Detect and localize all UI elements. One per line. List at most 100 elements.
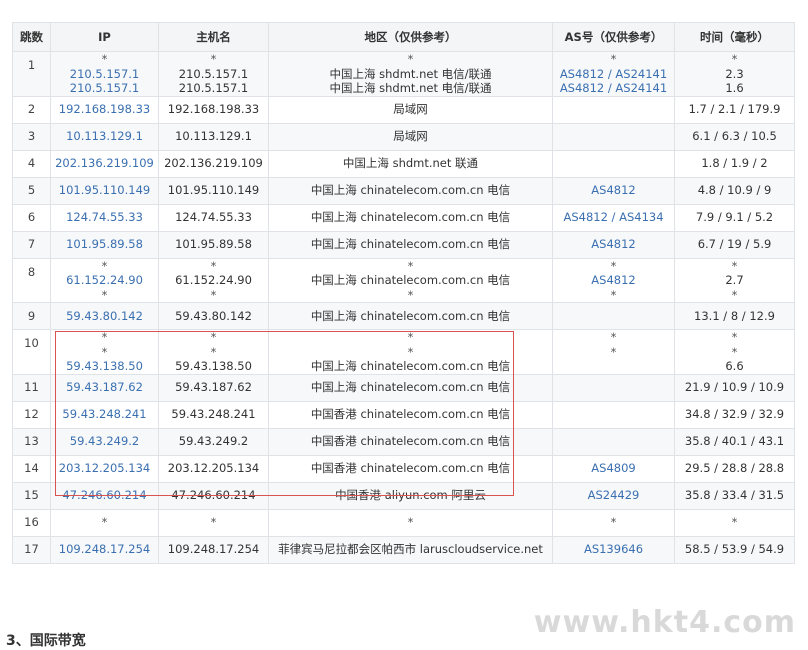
hostname-cell: * <box>158 508 269 537</box>
time-value: 35.8 / 40.1 / 43.1 <box>684 434 785 449</box>
ip-value[interactable]: 192.168.198.33 <box>55 102 154 117</box>
time-value: 6.7 / 19 / 5.9 <box>697 237 772 252</box>
as-value <box>557 102 670 117</box>
hop-cell: 4 <box>12 149 51 178</box>
region-cell: * 中国上海 chinatelecom.com.cn 电信 * <box>268 257 553 303</box>
as-value <box>557 380 670 395</box>
watermark: www.hkt4.com <box>533 605 796 640</box>
ip-value[interactable]: 101.95.89.58 <box>55 237 154 252</box>
ip-value[interactable]: 124.74.55.33 <box>55 210 154 225</box>
table-row: 13 59.43.249.2 59.43.249.2 中国香港 chinateleco… <box>12 427 795 456</box>
ip-value: * <box>101 515 108 530</box>
host-value: * <box>210 330 217 344</box>
ip-cell: * 210.5.157.1 210.5.157.1 <box>50 51 159 97</box>
table-row: 16 * * * * * <box>12 508 795 537</box>
ip-cell: 101.95.89.58 <box>50 230 159 259</box>
ip-value: * <box>101 344 108 359</box>
header-as: AS号（仅供参考） <box>552 22 675 52</box>
time-value: * <box>731 258 738 273</box>
ip-value[interactable]: 59.43.187.62 <box>55 380 154 395</box>
as-value[interactable]: AS24429 <box>557 488 670 503</box>
region-value: * <box>407 52 414 66</box>
as-value <box>557 309 670 324</box>
host-value: 210.5.157.1 <box>178 66 249 81</box>
host-value: 61.152.24.90 <box>175 273 252 287</box>
hop-cell: 15 <box>12 481 51 510</box>
as-value[interactable]: AS4812 <box>557 183 670 198</box>
ip-value[interactable]: 59.43.248.241 <box>55 407 154 422</box>
time-cell: 6.1 / 6.3 / 10.5 <box>674 122 795 151</box>
hop-cell: 3 <box>12 122 51 151</box>
hop-number: 4 <box>27 156 36 171</box>
host-value: 101.95.89.58 <box>175 237 252 252</box>
ip-value[interactable]: 109.248.17.254 <box>55 542 154 557</box>
as-value[interactable]: AS4812 / AS24141 <box>557 67 670 82</box>
time-value: 1.7 / 2.1 / 179.9 <box>688 102 781 117</box>
as-value[interactable]: AS4812 / AS4134 <box>557 210 670 225</box>
ip-value[interactable]: 61.152.24.90 <box>55 273 154 288</box>
as-value <box>557 129 670 144</box>
hostname-cell: 59.43.248.241 <box>158 400 269 429</box>
as-value[interactable]: AS4812 <box>557 237 670 252</box>
region-value: 中国上海 chinatelecom.com.cn 电信 <box>310 308 511 323</box>
host-value: * <box>210 287 217 302</box>
hostname-cell: 202.136.219.109 <box>158 149 269 178</box>
as-value[interactable]: AS139646 <box>557 542 670 557</box>
time-cell: 21.9 / 10.9 / 10.9 <box>674 373 795 402</box>
ip-value[interactable]: 203.12.205.134 <box>55 461 154 476</box>
as-cell <box>552 122 675 151</box>
as-value: * <box>610 344 617 359</box>
table-row: 11 59.43.187.62 59.43.187.62 中国上海 chinatele… <box>12 373 795 402</box>
time-cell: 6.7 / 19 / 5.9 <box>674 230 795 259</box>
as-cell <box>552 427 675 456</box>
host-value: * <box>210 258 217 273</box>
ip-value[interactable]: 10.113.129.1 <box>55 129 154 144</box>
ip-value[interactable]: 210.5.157.1 <box>55 67 154 82</box>
time-cell: 4.8 / 10.9 / 9 <box>674 176 795 205</box>
hop-number: 14 <box>24 461 39 476</box>
region-cell: 中国上海 chinatelecom.com.cn 电信 <box>268 176 553 205</box>
hop-number: 2 <box>27 102 36 117</box>
ip-cell: * <box>50 508 159 537</box>
as-value: * <box>610 258 617 273</box>
as-value[interactable]: AS4812 <box>557 273 670 288</box>
ip-value[interactable]: 101.95.110.149 <box>55 183 154 198</box>
as-value: * <box>610 515 617 530</box>
time-cell: 13.1 / 8 / 12.9 <box>674 302 795 330</box>
hop-number: 6 <box>27 210 36 225</box>
table-row: 5 101.95.110.149 101.95.110.149 中国上海 chinat… <box>12 176 795 205</box>
ip-value: * <box>101 287 108 302</box>
hop-cell: 14 <box>12 454 51 483</box>
ip-value[interactable]: 202.136.219.109 <box>55 156 154 171</box>
time-value: * <box>731 344 738 359</box>
table-row: 7 101.95.89.58 101.95.89.58 中国上海 chinatelec… <box>12 230 795 259</box>
region-value: 中国上海 chinatelecom.com.cn 电信 <box>310 237 511 252</box>
as-value[interactable]: AS4809 <box>557 461 670 476</box>
hostname-cell: 59.43.187.62 <box>158 373 269 402</box>
table-row: 2 192.168.198.33 192.168.198.33 局域网 1.7 / 2… <box>12 95 795 124</box>
host-value: 192.168.198.33 <box>167 102 260 117</box>
table-row: 10 * * 59.43.138.50 * * 59.43.138.50 * * 中国上海 chi… <box>12 329 795 375</box>
ip-value[interactable]: 47.246.60.214 <box>55 488 154 503</box>
time-value: 35.8 / 33.4 / 31.5 <box>684 488 785 503</box>
region-value: * <box>407 258 414 273</box>
as-cell: AS4812 / AS4134 <box>552 203 675 232</box>
ip-value[interactable]: 59.43.249.2 <box>55 434 154 449</box>
ip-cell: 124.74.55.33 <box>50 203 159 232</box>
as-value[interactable]: AS4812 / AS24141 <box>557 81 670 95</box>
region-cell: 局域网 <box>268 95 553 124</box>
as-value <box>557 156 670 171</box>
traceroute-table: 跳数 IP 主机名 地区（仅供参考） AS号（仅供参考） 时间（毫秒） 1 * 21… <box>12 22 795 564</box>
host-value: 59.43.248.241 <box>171 407 256 422</box>
header-hop: 跳数 <box>12 22 51 52</box>
ip-value[interactable]: 59.43.138.50 <box>55 359 154 373</box>
time-value: * <box>731 287 738 302</box>
ip-value[interactable]: 210.5.157.1 <box>55 81 154 95</box>
ip-value[interactable]: 59.43.80.142 <box>55 309 154 324</box>
hop-cell: 13 <box>12 427 51 456</box>
hop-number: 10 <box>24 336 39 350</box>
ip-cell: 59.43.248.241 <box>50 400 159 429</box>
time-value: 4.8 / 10.9 / 9 <box>697 183 772 198</box>
time-value: * <box>731 515 738 530</box>
time-value: * <box>731 52 738 66</box>
